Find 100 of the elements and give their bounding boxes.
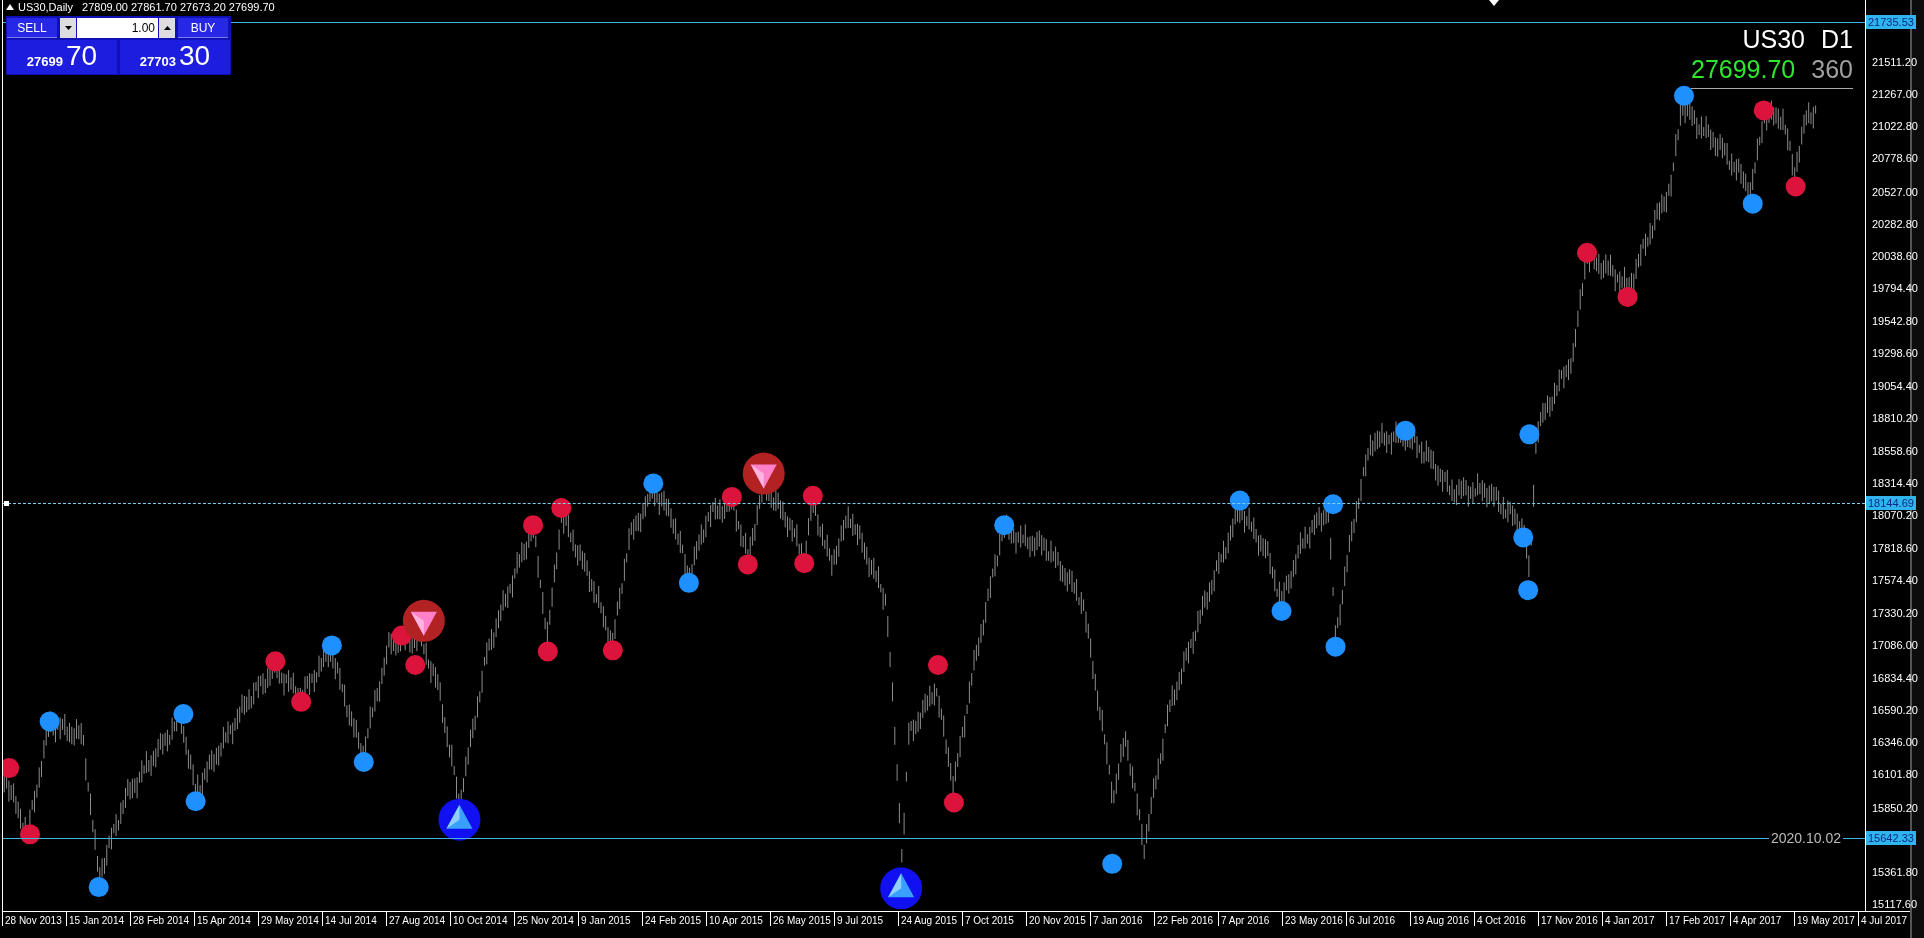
signal-dot: [1102, 853, 1123, 874]
signal-dot: [1577, 242, 1598, 263]
signal-dot: [1785, 176, 1806, 197]
signal-dot: [1395, 420, 1416, 441]
price-tick-label: 18810.20: [1871, 410, 1918, 425]
date-tick-label: 6 Jul 2016: [1346, 912, 1410, 926]
price-tick-label: 21022.80: [1871, 119, 1918, 134]
price-tick-label: 16590.20: [1871, 703, 1918, 718]
price-tick-label: 19542.80: [1871, 314, 1918, 329]
spread-value: 360: [1811, 54, 1853, 84]
decrease-button[interactable]: [60, 18, 76, 38]
date-tick-label: 10 Oct 2014: [450, 912, 514, 926]
signal-dot: [1518, 580, 1539, 601]
date-tick-label: 4 Oct 2016: [1474, 912, 1538, 926]
date-tick-label: 28 Feb 2014: [130, 912, 194, 926]
signal-dot: [678, 572, 699, 593]
lot-input[interactable]: 1.00: [77, 18, 158, 38]
buy-button[interactable]: BUY: [178, 18, 228, 38]
signal-dot: [291, 691, 312, 712]
price-label: 21735.53: [1866, 15, 1916, 30]
sell-price-button[interactable]: 27699 70: [7, 40, 117, 74]
price-tick-label: 20038.60: [1871, 248, 1918, 263]
date-tick-label: 20 Nov 2015: [1026, 912, 1090, 926]
signal-dot: [1229, 490, 1250, 511]
signal-dot: [643, 473, 664, 494]
signal-dot: [927, 655, 948, 676]
date-tick-label: 9 Jan 2015: [578, 912, 642, 926]
price-tick-label: 20282.80: [1871, 216, 1918, 231]
price-tick-label: 19054.40: [1871, 378, 1918, 393]
buy-price-button[interactable]: 27703 30: [120, 40, 230, 74]
date-tick-label: 24 Aug 2015: [898, 912, 962, 926]
timeframe-label: D1: [1821, 24, 1853, 54]
signal-dot: [1323, 494, 1344, 515]
price-tick-label: 21511.20: [1871, 55, 1918, 69]
signal-dot: [1513, 527, 1534, 548]
signal-dot: [20, 824, 40, 845]
signal-dot: [185, 791, 206, 812]
date-tick-label: 28 Nov 2013: [2, 912, 66, 926]
signal-dot: [1742, 193, 1763, 214]
signal-dot: [1325, 636, 1346, 657]
signal-dot: [353, 751, 374, 772]
price-tick-label: 17330.20: [1871, 605, 1918, 620]
date-tick-label: 22 Feb 2016: [1154, 912, 1218, 926]
price-tick-label: 19298.60: [1871, 346, 1918, 361]
price-tick-label: 18070.20: [1871, 508, 1918, 523]
signal-dot: [802, 485, 823, 506]
signal-dot: [551, 498, 572, 518]
date-tick-label: 7 Apr 2016: [1218, 912, 1282, 926]
signal-dot: [737, 554, 758, 575]
signal-dot: [1617, 286, 1638, 307]
date-tick-label: 4 Jul 2017: [1858, 912, 1910, 926]
signal-dot: [88, 877, 109, 898]
date-tick-label: 29 May 2014: [258, 912, 322, 926]
price-value: 27699.70: [1691, 54, 1796, 84]
caret-up-icon: [163, 26, 171, 30]
date-tick-label: 27 Aug 2014: [386, 912, 450, 926]
price-tick-label: 15850.20: [1871, 800, 1918, 815]
signal-dot: [537, 641, 558, 662]
price-label: 18144.69: [1866, 496, 1916, 510]
signal-dot: [994, 515, 1015, 536]
caret-down-icon: [64, 26, 72, 30]
date-tick-label: 17 Nov 2016: [1538, 912, 1602, 926]
date-tick-label: 7 Oct 2015: [962, 912, 1026, 926]
signal-dot: [321, 635, 342, 656]
price-tick-label: 20778.60: [1871, 151, 1918, 166]
price-tick-label: 18314.40: [1871, 476, 1918, 490]
date-tick-label: 23 May 2016: [1282, 912, 1346, 926]
date-tick-label: 4 Apr 2017: [1730, 912, 1794, 926]
signal-dot: [1753, 100, 1774, 121]
line-handle[interactable]: [4, 501, 9, 506]
signal-dot: [1519, 424, 1540, 445]
signal-dot: [39, 711, 60, 732]
sell-button[interactable]: SELL: [7, 18, 57, 38]
date-tick-label: 19 May 2017: [1794, 912, 1858, 926]
signal-dot: [523, 515, 544, 536]
date-tick-label: 25 Nov 2014: [514, 912, 578, 926]
date-tick-label: 24 Feb 2015: [642, 912, 706, 926]
signal-dot: [173, 704, 194, 725]
signal-dot: [405, 655, 426, 676]
signal-dot: [721, 486, 742, 507]
increase-button[interactable]: [159, 18, 175, 38]
date-tick-label: 10 Apr 2015: [706, 912, 770, 926]
signal-dot: [602, 640, 623, 661]
date-tick-label: 4 Jan 2017: [1602, 912, 1666, 926]
date-tick-label: 7 Jan 2016: [1090, 912, 1154, 926]
price-tick-label: 18558.60: [1871, 443, 1918, 458]
price-tick-label: 20527.00: [1871, 184, 1918, 199]
date-tick-label: 15 Apr 2014: [194, 912, 258, 926]
price-tick-label: 21267.00: [1871, 87, 1918, 102]
price-tick-label: 17086.00: [1871, 637, 1918, 652]
price-tick-label: 19794.40: [1871, 281, 1918, 296]
price-tick-label: 15117.60: [1871, 897, 1918, 911]
price-label: 15642.33: [1866, 831, 1916, 846]
date-tick-label: 17 Feb 2017: [1666, 912, 1730, 926]
collapse-icon[interactable]: [6, 4, 14, 10]
price-tick-label: 17818.60: [1871, 541, 1918, 556]
symbol-label: US30: [1742, 24, 1806, 54]
shift-marker-icon[interactable]: [1489, 0, 1499, 6]
date-tick-label: 9 Jul 2015: [834, 912, 898, 926]
price-tick-label: 17574.40: [1871, 573, 1918, 588]
